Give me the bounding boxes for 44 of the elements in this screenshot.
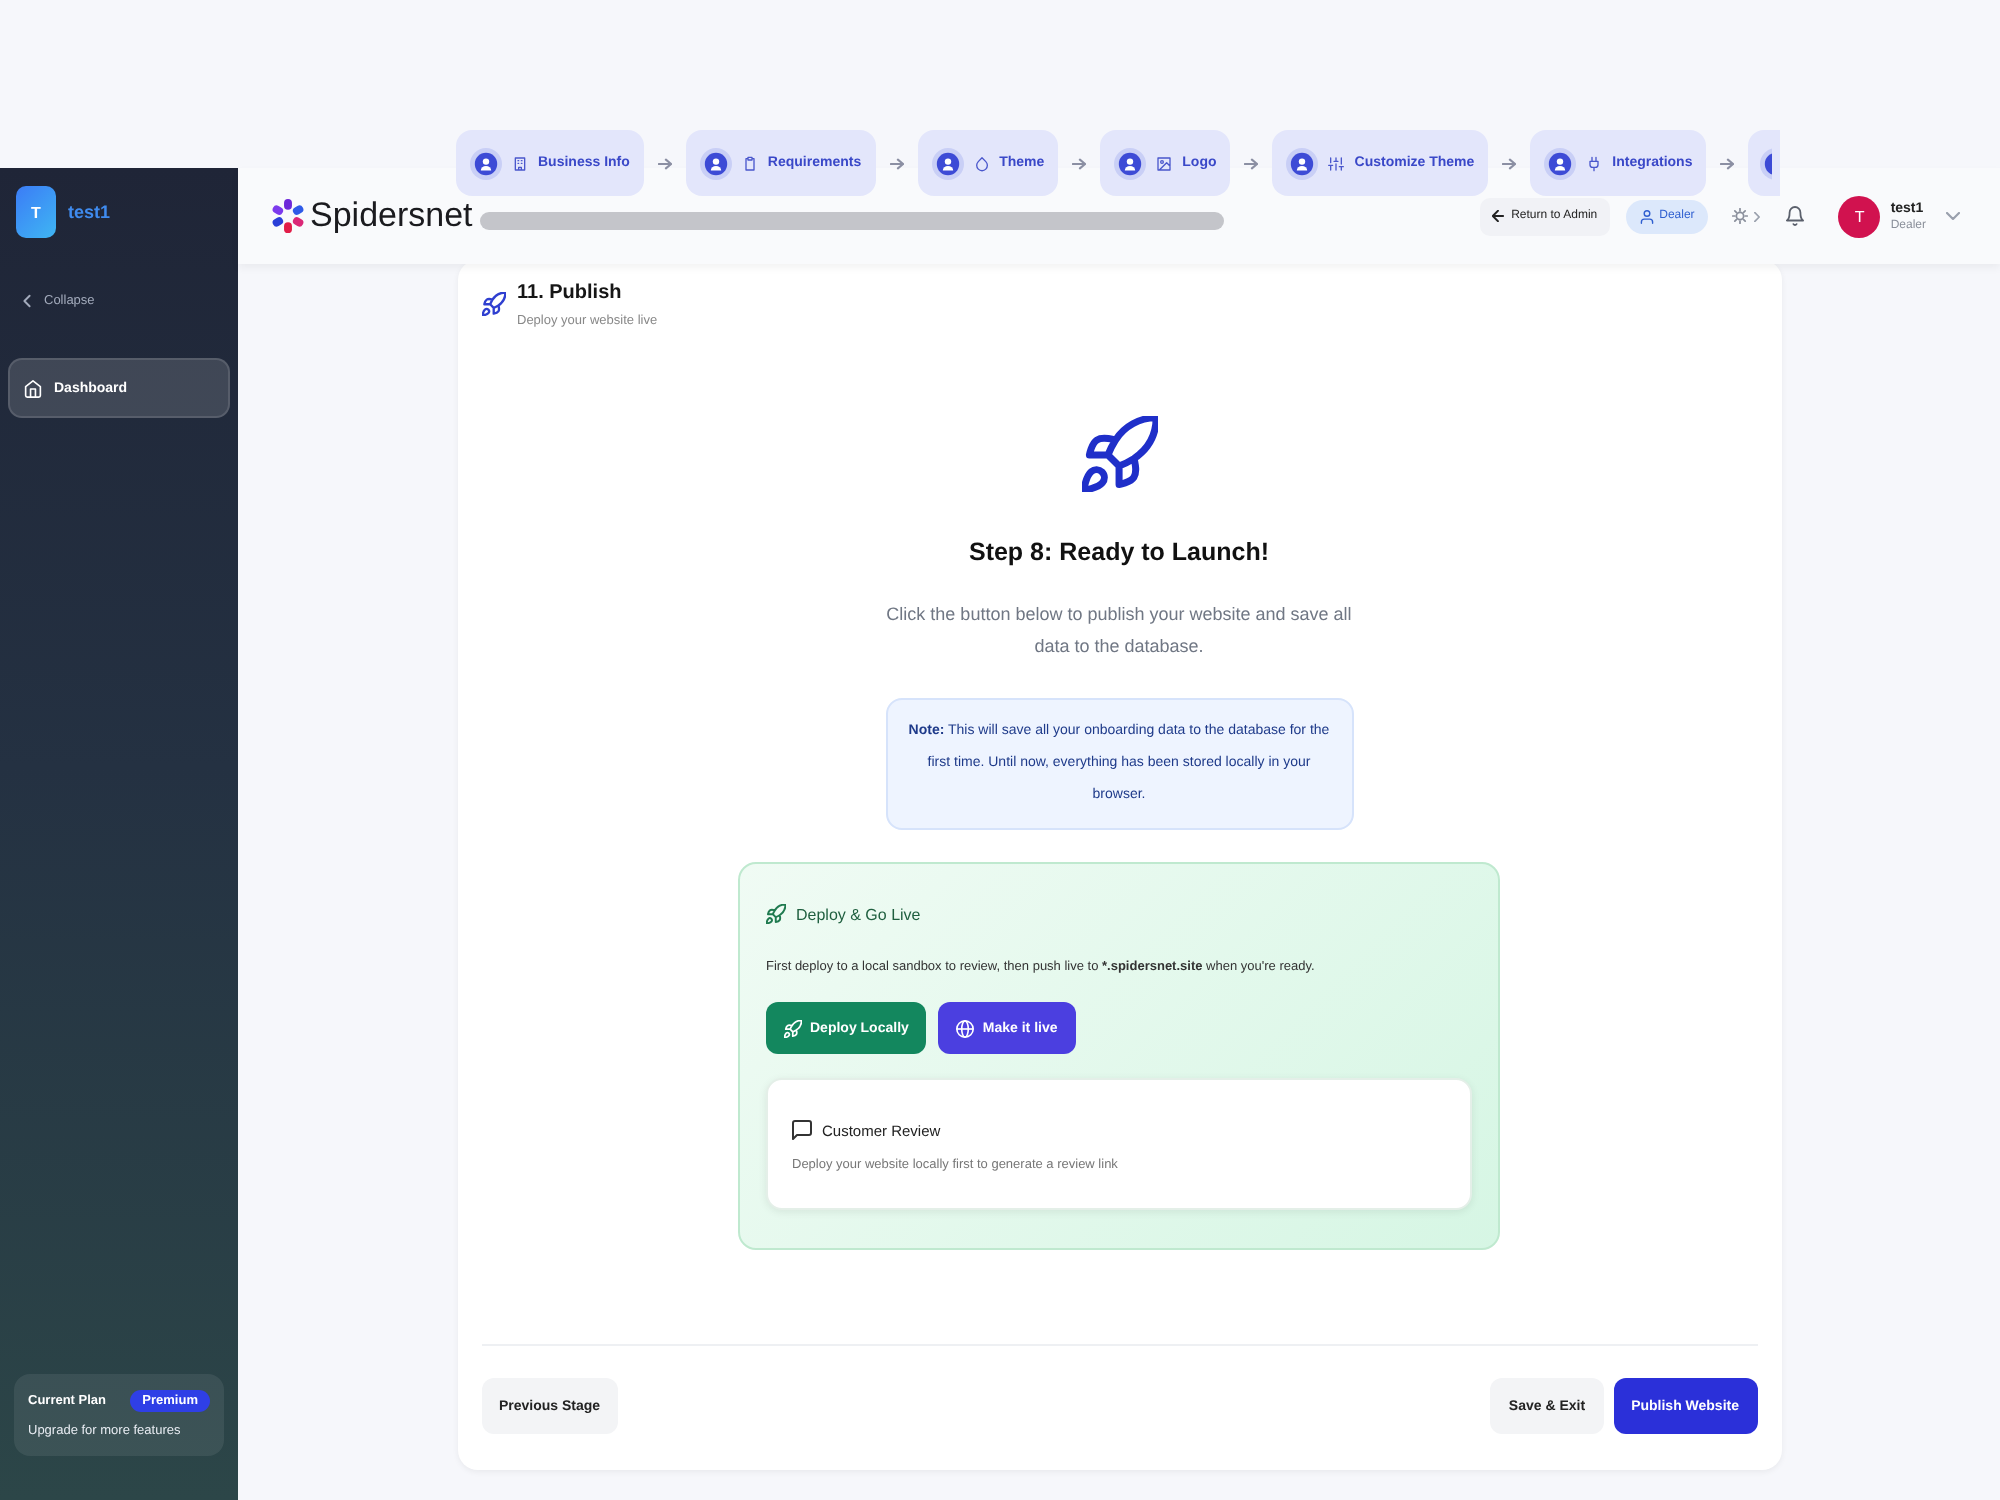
rocket-icon: [784, 1019, 802, 1037]
clipboard-icon: [741, 155, 758, 171]
building-icon: [512, 155, 528, 171]
image-icon: [1156, 155, 1173, 171]
chat-icon: [792, 1120, 812, 1140]
rocket-icon: [766, 904, 786, 924]
home-icon: [24, 379, 42, 397]
chevron-down-icon[interactable]: [1946, 212, 1960, 220]
sun-icon[interactable]: [1732, 208, 1749, 224]
workspace-avatar: T: [16, 186, 56, 238]
scrollbar-thumb[interactable]: [480, 212, 1224, 230]
bell-icon[interactable]: [1786, 206, 1805, 226]
step-status-icon: [1544, 147, 1577, 179]
arrow-right-icon: [1072, 157, 1087, 169]
user-avatar[interactable]: T: [1838, 195, 1881, 237]
logo-icon: [270, 198, 306, 234]
arrow-right-icon: [1720, 157, 1735, 169]
arrow-right-icon: [657, 157, 672, 169]
arrow-right-icon: [1502, 157, 1517, 169]
step-tab[interactable]: [1748, 130, 1780, 196]
rocket-icon: [481, 292, 505, 316]
step-status-icon: [699, 147, 732, 179]
intro-text: Click the button below to publish your website and save all data to the database.: [884, 602, 1354, 660]
step-title: 11. Publish: [517, 280, 624, 308]
plug-icon: [1586, 155, 1603, 171]
user-icon: [1639, 209, 1654, 223]
rocket-icon: [1081, 416, 1157, 492]
launch-heading: Step 8: Ready to Launch!: [968, 538, 1270, 566]
chevron-right-icon[interactable]: [1754, 211, 1761, 221]
step-status-icon: [1760, 147, 1773, 179]
droplet-icon: [973, 155, 990, 171]
arrow-right-icon: [889, 157, 904, 169]
step-status-icon: [1286, 147, 1319, 179]
globe-icon: [956, 1019, 975, 1037]
panel-title: Deploy & Go Live: [796, 905, 921, 923]
brand-name: Spidersnet: [310, 196, 473, 236]
step-status-icon: [1114, 147, 1147, 179]
chevron-left-icon: [20, 294, 34, 308]
workspace-name: test1: [68, 202, 111, 222]
arrow-right-icon: [1244, 157, 1259, 169]
sliders-icon: [1328, 155, 1345, 171]
step-status-icon: [931, 147, 964, 179]
step-status-icon: [470, 147, 502, 179]
arrow-left-icon: [1491, 210, 1504, 222]
